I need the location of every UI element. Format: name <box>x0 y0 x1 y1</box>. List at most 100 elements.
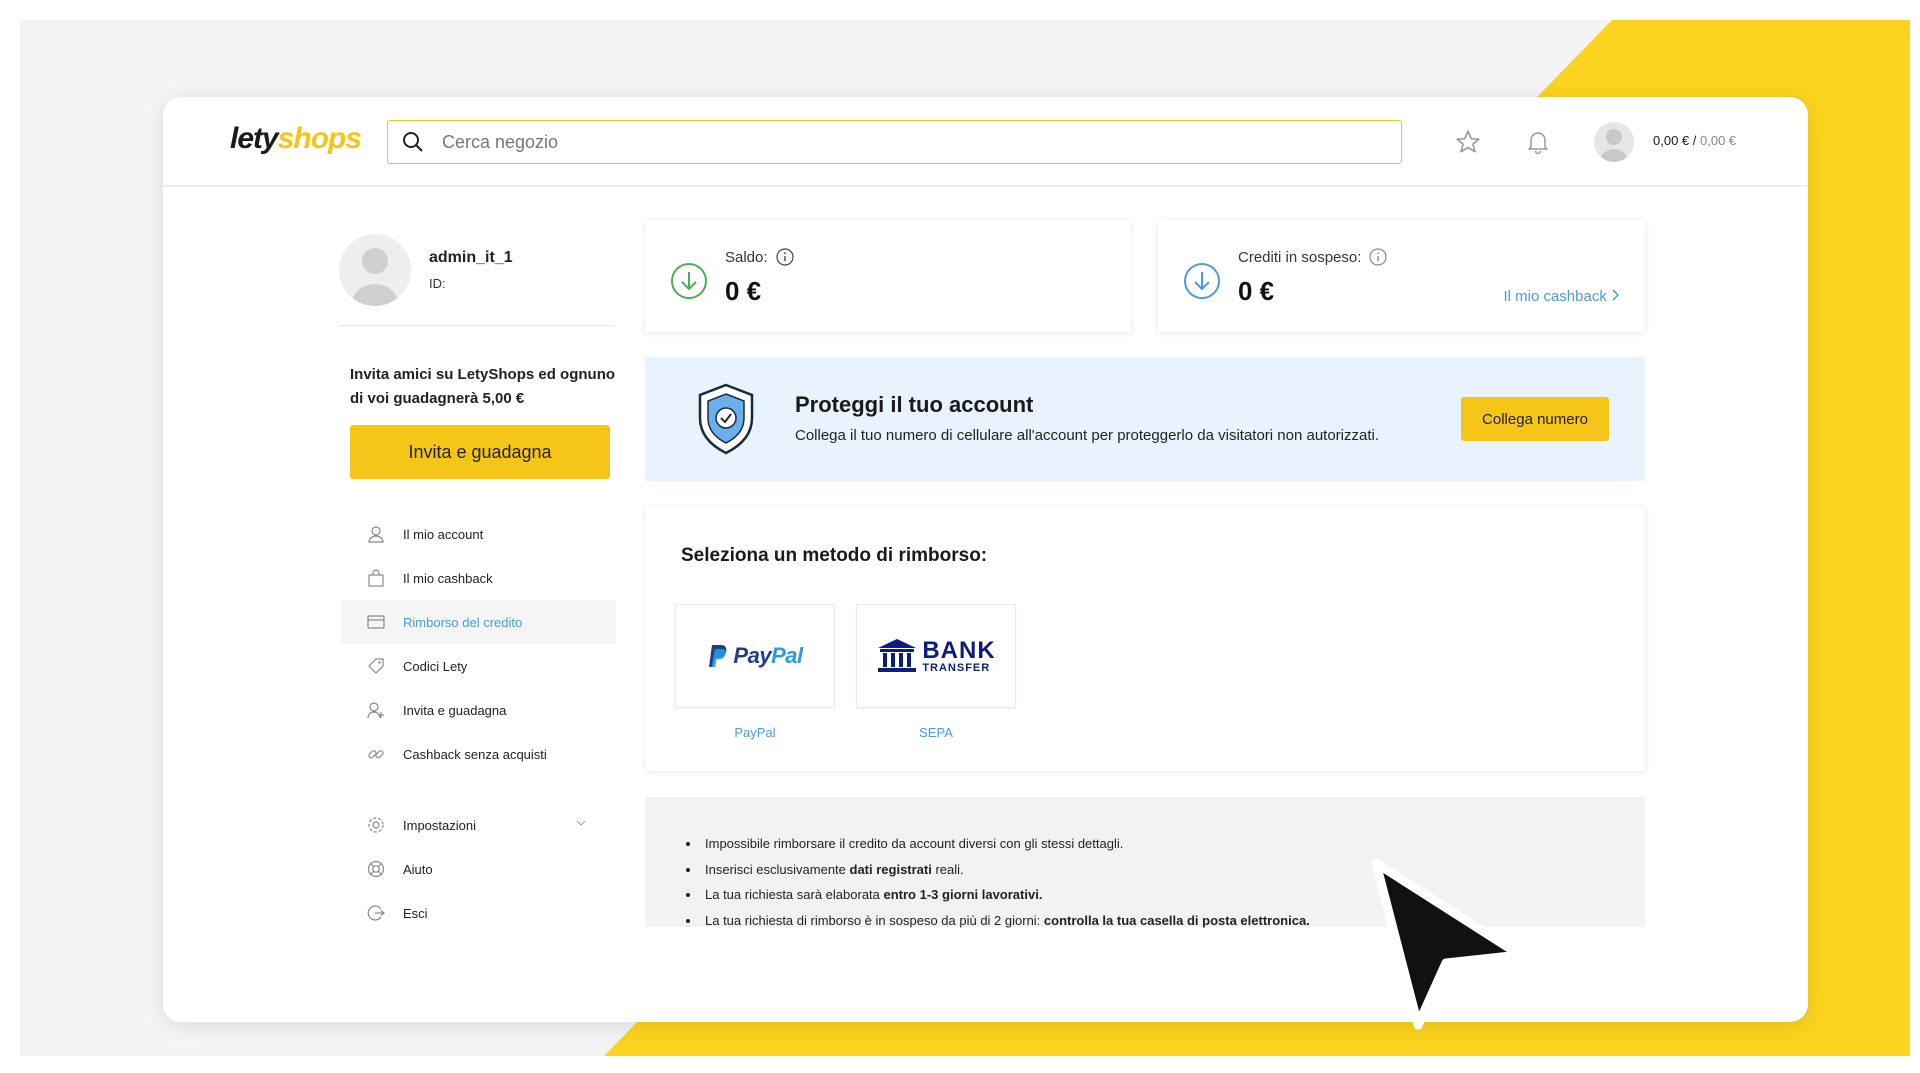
note-item: Impossibile rimborsare il credito da acc… <box>701 831 1310 857</box>
paypal-logo-icon <box>709 645 727 667</box>
sidebar-item-label: Aiuto <box>403 861 433 877</box>
search-input[interactable] <box>442 131 1342 153</box>
sidebar-item-label: Cashback senza acquisti <box>403 746 547 762</box>
balance-pending: 0,00 € <box>1700 133 1737 148</box>
sidebar-item-account[interactable]: Il mio account <box>341 512 616 556</box>
sidebar-item-codes[interactable]: Codici Lety <box>341 644 616 688</box>
logo-part-lety: lety <box>230 122 279 155</box>
sepa-method-label[interactable]: SEPA <box>856 725 1016 740</box>
sidebar-item-label: Esci <box>403 905 428 921</box>
bank-transfer-logo-text: BANK TRANSFER <box>922 636 996 674</box>
sidebar-item-help[interactable]: Aiuto <box>341 847 616 891</box>
sidebar-item-cashback[interactable]: Il mio cashback <box>341 556 616 600</box>
paypal-logo-text: PayPal <box>733 643 803 668</box>
refund-method-title: Seleziona un metodo di rimborso: <box>681 545 988 566</box>
note-bold: dati registrati <box>849 861 932 877</box>
balance-value: 0 € <box>725 276 762 306</box>
shield-check-icon <box>698 383 754 455</box>
balance-card: Saldo: 0 € <box>645 220 1131 332</box>
chevron-right-icon <box>1612 289 1620 301</box>
wallet-icon <box>365 611 387 633</box>
pending-credit-card: Crediti in sospeso: 0 € Il mio cashback <box>1158 220 1645 332</box>
protect-title: Proteggi il tuo account <box>795 392 1034 417</box>
info-icon[interactable] <box>1369 248 1388 266</box>
letyshops-logo[interactable]: letyshops <box>230 122 362 156</box>
protect-account-banner: Proteggi il tuo account Collega il tuo n… <box>645 357 1645 481</box>
note-bold: entro 1-3 giorni lavorativi. <box>883 887 1043 902</box>
note-item: La tua richiesta sarà elaborata entro 1-… <box>701 882 1310 908</box>
invite-text: Invita amici su LetyShops ed ognuno di v… <box>350 366 616 407</box>
search-bar[interactable] <box>387 120 1402 164</box>
sidebar-item-label: Il mio cashback <box>403 570 493 586</box>
note-text: La tua richiesta sarà elaborata <box>705 887 884 902</box>
header-avatar[interactable] <box>1594 122 1634 162</box>
arrow-down-circle-icon <box>1184 263 1220 299</box>
link-icon <box>365 743 387 765</box>
note-text: La tua richiesta di rimborso è in sospes… <box>705 912 1044 928</box>
pending-value: 0 € <box>1238 276 1275 306</box>
username: admin_it_1 <box>429 249 513 266</box>
bank-building-icon <box>878 639 917 672</box>
top-header: letyshops 0,00 € / 0,00 € <box>163 97 1808 187</box>
user-plus-icon <box>365 699 387 721</box>
arrow-down-circle-icon <box>671 263 707 299</box>
pending-label: Crediti in sospeso: <box>1238 248 1362 266</box>
search-icon <box>403 132 423 152</box>
note-item: La tua richiesta di rimborso è in sospes… <box>701 908 1310 934</box>
logout-icon <box>365 902 387 924</box>
sidebar-item-label: Codici Lety <box>403 658 468 674</box>
note-item: Inserisci esclusivamente dati registrati… <box>701 857 1310 883</box>
background-stage: letyshops 0,00 € / 0,00 € admin_it_1 ID: <box>20 20 1910 1056</box>
sidebar-item-invite[interactable]: Invita e guadagna <box>341 688 616 732</box>
sidebar-item-no-purchase-cashback[interactable]: Cashback senza acquisti <box>341 732 616 776</box>
sidebar-item-refund[interactable]: Rimborso del credito <box>341 600 616 644</box>
user-icon <box>365 523 387 545</box>
user-id-label: ID: <box>429 276 446 291</box>
balance-label-row: Saldo: <box>725 248 794 266</box>
note-text: reali. <box>931 861 964 877</box>
sidebar-item-label: Invita e guadagna <box>403 702 507 718</box>
bell-icon[interactable] <box>1526 129 1550 155</box>
avatar <box>339 234 411 306</box>
header-balance[interactable]: 0,00 € / 0,00 € <box>1653 133 1736 148</box>
sidebar-item-label: Rimborso del credito <box>403 614 523 630</box>
sidebar-item-label: Impostazioni <box>403 817 476 833</box>
balance-available: 0,00 € <box>1653 133 1690 148</box>
user-silhouette-icon <box>351 248 399 306</box>
user-silhouette-icon <box>1600 129 1628 162</box>
bank-logo-line2: TRANSFER <box>922 661 991 674</box>
link-number-button[interactable]: Collega numero <box>1461 397 1609 441</box>
refund-method-card: Seleziona un metodo di rimborso: PayPal … <box>645 507 1645 771</box>
mouse-cursor-icon <box>1371 858 1525 1030</box>
protect-description: Collega il tuo numero di cellulare all'a… <box>795 427 1380 444</box>
bank-logo-line1: BANK <box>922 636 996 664</box>
paypal-method-tile[interactable]: PayPal <box>675 604 835 708</box>
sidebar-menu: Il mio account Il mio cashback Rimborso … <box>341 512 616 935</box>
bank-transfer-method-tile[interactable]: BANK TRANSFER <box>856 604 1016 708</box>
sidebar-item-label: Il mio account <box>403 526 484 542</box>
pending-label-row: Crediti in sospeso: <box>1238 248 1388 266</box>
star-icon[interactable] <box>1455 129 1481 155</box>
note-text: Inserisci esclusivamente <box>705 861 850 877</box>
app-window: letyshops 0,00 € / 0,00 € admin_it_1 ID: <box>163 97 1808 1022</box>
paypal-method-label[interactable]: PayPal <box>675 725 835 740</box>
note-bold: controlla la tua casella di posta elettr… <box>1043 912 1310 928</box>
sidebar-item-logout[interactable]: Esci <box>341 891 616 935</box>
menu-spacer <box>341 776 616 803</box>
chevron-down-icon[interactable] <box>576 819 586 827</box>
logo-part-shops: shops <box>277 122 362 155</box>
bag-icon <box>365 567 387 589</box>
note-text: Impossibile rimborsare il credito da acc… <box>705 836 1124 851</box>
my-cashback-link-label: Il mio cashback <box>1503 288 1607 305</box>
sidebar-divider <box>339 325 614 326</box>
tag-icon <box>365 655 387 677</box>
balance-label: Saldo: <box>725 248 768 266</box>
invite-button[interactable]: Invita e guadagna <box>350 425 610 479</box>
balance-separator: / <box>1689 133 1700 148</box>
gear-icon <box>365 814 387 836</box>
my-cashback-link[interactable]: Il mio cashback <box>1503 288 1620 305</box>
info-icon[interactable] <box>775 248 794 266</box>
sidebar-item-settings[interactable]: Impostazioni <box>341 803 616 847</box>
lifebuoy-icon <box>365 858 387 880</box>
notes-list: Impossibile rimborsare il credito da acc… <box>701 831 1310 933</box>
